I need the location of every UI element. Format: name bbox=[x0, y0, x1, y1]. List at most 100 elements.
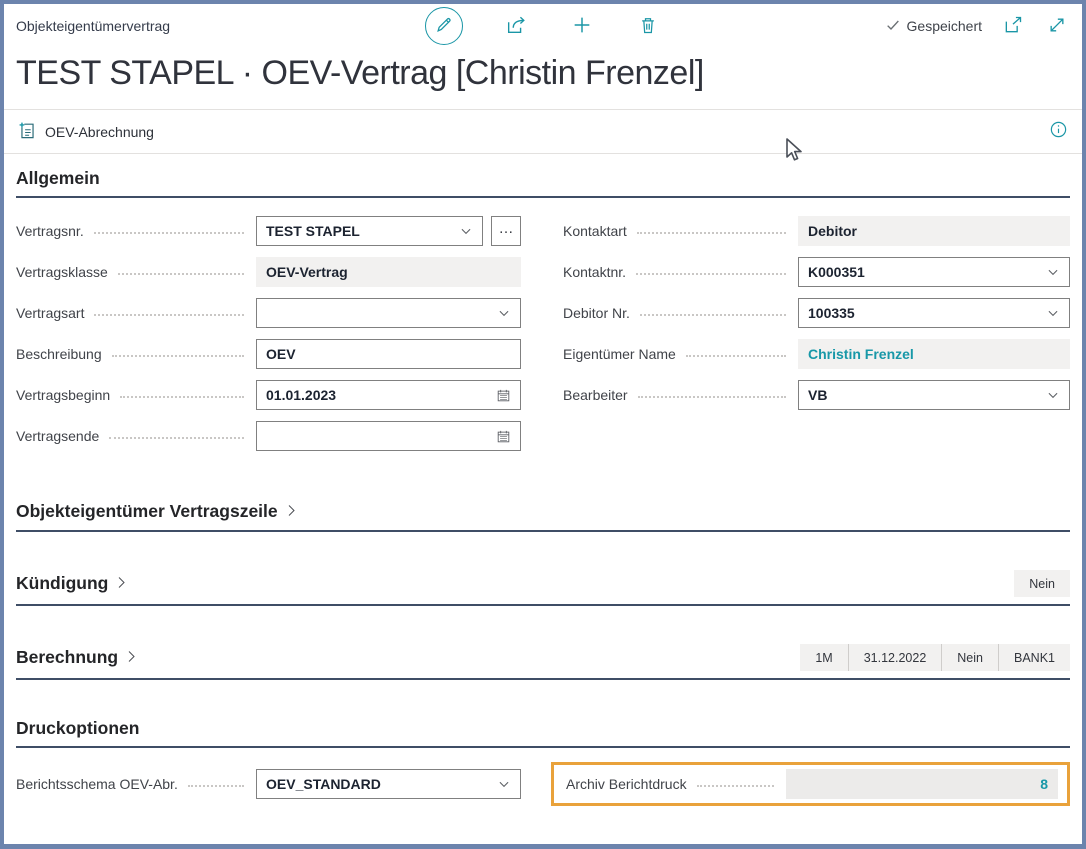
share-button[interactable] bbox=[503, 13, 529, 39]
section-rule bbox=[16, 746, 1070, 748]
chevron-right-icon bbox=[114, 574, 129, 595]
archiv-berichtdruck-field[interactable]: 8 bbox=[786, 769, 1058, 799]
field-kontaktnr: Kontaktnr. K000351 bbox=[563, 257, 1070, 287]
oev-abrechnung-action[interactable]: OEV-Abrechnung bbox=[18, 121, 154, 143]
action-label: OEV-Abrechnung bbox=[45, 124, 154, 140]
info-icon[interactable] bbox=[1049, 120, 1068, 144]
trash-icon bbox=[638, 15, 658, 38]
field-beschreibung: Beschreibung OEV bbox=[16, 339, 521, 369]
app-window: Objekteigentümervertrag bbox=[0, 0, 1086, 849]
new-button[interactable] bbox=[569, 13, 595, 39]
kuendigung-summary: Nein bbox=[1014, 570, 1070, 597]
window-controls: Gespeichert bbox=[885, 13, 1070, 39]
section-berechnung-title[interactable]: Berechnung bbox=[16, 646, 139, 669]
berechnung-summary: 1M 31.12.2022 Nein BANK1 bbox=[800, 644, 1070, 671]
allgemein-left-column: Vertragsnr. TEST STAPEL … Vertragsklasse bbox=[16, 216, 521, 462]
field-vertragsklasse: Vertragsklasse OEV-Vertrag bbox=[16, 257, 521, 287]
dotted-leader bbox=[686, 355, 786, 357]
section-kuendigung-header: Kündigung Nein bbox=[16, 570, 1070, 597]
dotted-leader bbox=[94, 314, 244, 316]
field-eigentuemer-name: Eigentümer Name Christin Frenzel bbox=[563, 339, 1070, 369]
pencil-icon bbox=[435, 16, 453, 37]
chevron-down-icon[interactable] bbox=[459, 224, 473, 238]
section-allgemein-title[interactable]: Allgemein bbox=[16, 168, 100, 189]
kontaktnr-combobox[interactable]: K000351 bbox=[798, 257, 1070, 287]
vertragsnr-combobox[interactable]: TEST STAPEL bbox=[256, 216, 483, 246]
section-druckoptionen-header: Druckoptionen bbox=[16, 718, 1070, 739]
debitor-nr-combobox[interactable]: 100335 bbox=[798, 298, 1070, 328]
save-status: Gespeichert bbox=[885, 17, 982, 36]
field-label: Kontaktnr. bbox=[563, 264, 626, 280]
divider bbox=[4, 153, 1082, 154]
dotted-leader bbox=[109, 437, 244, 439]
field-label: Kontaktart bbox=[563, 223, 627, 239]
expand-icon bbox=[1047, 15, 1067, 38]
field-bearbeiter: Bearbeiter VB bbox=[563, 380, 1070, 410]
field-label: Vertragsart bbox=[16, 305, 84, 321]
chevron-down-icon[interactable] bbox=[1046, 265, 1060, 279]
field-label: Berichtsschema OEV-Abr. bbox=[16, 776, 178, 792]
vertragsbeginn-datepicker[interactable]: 01.01.2023 bbox=[256, 380, 521, 410]
assist-edit-button[interactable]: … bbox=[491, 216, 521, 246]
vertragsende-datepicker[interactable] bbox=[256, 421, 521, 451]
section-kuendigung-title[interactable]: Kündigung bbox=[16, 572, 129, 595]
caption-bar: Objekteigentümervertrag bbox=[4, 4, 1082, 48]
calendar-icon[interactable] bbox=[496, 388, 511, 403]
field-vertragsnr: Vertragsnr. TEST STAPEL … bbox=[16, 216, 521, 246]
eigentuemer-name-field[interactable]: Christin Frenzel bbox=[798, 339, 1070, 369]
summary-badge: 31.12.2022 bbox=[848, 644, 942, 671]
chevron-down-icon[interactable] bbox=[497, 777, 511, 791]
chevron-right-icon bbox=[124, 648, 139, 669]
section-rule bbox=[16, 678, 1070, 680]
field-vertragsbeginn: Vertragsbeginn 01.01.2023 bbox=[16, 380, 521, 410]
druckoptionen-fields: Berichtsschema OEV-Abr. OEV_STANDARD Arc… bbox=[16, 762, 1070, 806]
field-label: Vertragsklasse bbox=[16, 264, 108, 280]
field-label: Vertragsnr. bbox=[16, 223, 84, 239]
summary-badge: Nein bbox=[1014, 570, 1070, 597]
field-label: Bearbeiter bbox=[563, 387, 628, 403]
chevron-down-icon[interactable] bbox=[1046, 306, 1060, 320]
dotted-leader bbox=[638, 396, 786, 398]
allgemein-fields: Vertragsnr. TEST STAPEL … Vertragsklasse bbox=[16, 216, 1070, 462]
summary-badge: 1M bbox=[800, 644, 847, 671]
summary-badge: BANK1 bbox=[998, 644, 1070, 671]
report-icon bbox=[18, 121, 37, 143]
open-in-new-window-button[interactable] bbox=[1000, 13, 1026, 39]
summary-badge: Nein bbox=[941, 644, 998, 671]
plus-icon bbox=[571, 14, 593, 39]
page-title: TEST STAPEL · OEV-Vertrag [Christin Fren… bbox=[4, 48, 1082, 109]
check-icon bbox=[885, 17, 901, 36]
field-berichtsschema: Berichtsschema OEV-Abr. OEV_STANDARD bbox=[16, 769, 521, 799]
field-vertragsart: Vertragsart bbox=[16, 298, 521, 328]
edit-button[interactable] bbox=[425, 7, 463, 45]
field-label: Archiv Berichtdruck bbox=[566, 776, 687, 792]
beschreibung-input[interactable]: OEV bbox=[256, 339, 521, 369]
dotted-leader bbox=[636, 273, 786, 275]
archiv-berichtdruck-value[interactable]: 8 bbox=[796, 776, 1048, 792]
dotted-leader bbox=[640, 314, 786, 316]
chevron-down-icon[interactable] bbox=[1046, 388, 1060, 402]
save-status-label: Gespeichert bbox=[907, 18, 982, 34]
berichtsschema-combobox[interactable]: OEV_STANDARD bbox=[256, 769, 521, 799]
highlight-rectangle: Archiv Berichtdruck 8 bbox=[551, 762, 1070, 806]
vertragsart-combobox[interactable] bbox=[256, 298, 521, 328]
section-rule bbox=[16, 604, 1070, 606]
maximize-button[interactable] bbox=[1044, 13, 1070, 39]
field-debitor-nr: Debitor Nr. 100335 bbox=[563, 298, 1070, 328]
field-label: Beschreibung bbox=[16, 346, 102, 362]
allgemein-right-column: Kontaktart Debitor Kontaktnr. K000351 bbox=[563, 216, 1070, 462]
field-vertragsende: Vertragsende bbox=[16, 421, 521, 451]
dotted-leader bbox=[118, 273, 244, 275]
bearbeiter-combobox[interactable]: VB bbox=[798, 380, 1070, 410]
dotted-leader bbox=[120, 396, 244, 398]
record-toolbar bbox=[425, 4, 661, 48]
delete-button[interactable] bbox=[635, 13, 661, 39]
chevron-down-icon[interactable] bbox=[497, 306, 511, 320]
dotted-leader bbox=[94, 232, 244, 234]
eigentuemer-name-link[interactable]: Christin Frenzel bbox=[808, 346, 1060, 362]
vertragsklasse-field: OEV-Vertrag bbox=[256, 257, 521, 287]
section-vertragszeile-title[interactable]: Objekteigentümer Vertragszeile bbox=[16, 500, 299, 523]
calendar-icon[interactable] bbox=[496, 429, 511, 444]
dotted-leader bbox=[637, 232, 786, 234]
section-druckoptionen-title[interactable]: Druckoptionen bbox=[16, 718, 139, 739]
